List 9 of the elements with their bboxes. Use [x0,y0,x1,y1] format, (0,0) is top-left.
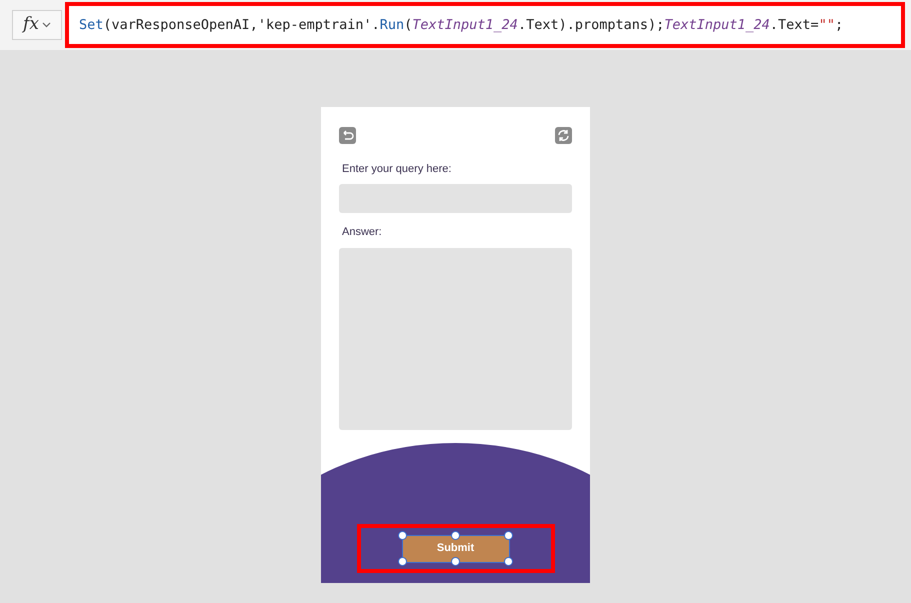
chevron-down-icon [42,22,51,28]
query-field[interactable] [339,184,572,212]
answer-label: Answer: [342,224,383,240]
query-label: Enter your query here: [342,162,452,177]
formula-input[interactable]: Set(varResponseOpenAI,'kep-emptrain'.Run(TextInput1_24.Text).promptans);TextInput1_24.Text=""; [65,2,905,48]
formula-text: Set(varResponseOpenAI,'kep-emptrain'.Run(TextInput1_24.Text).promptans);TextInput1_24.Text=""; [79,16,844,35]
refresh-icon[interactable] [555,127,572,144]
fx-button[interactable]: fx [12,10,62,40]
back-icon[interactable] [339,127,356,144]
